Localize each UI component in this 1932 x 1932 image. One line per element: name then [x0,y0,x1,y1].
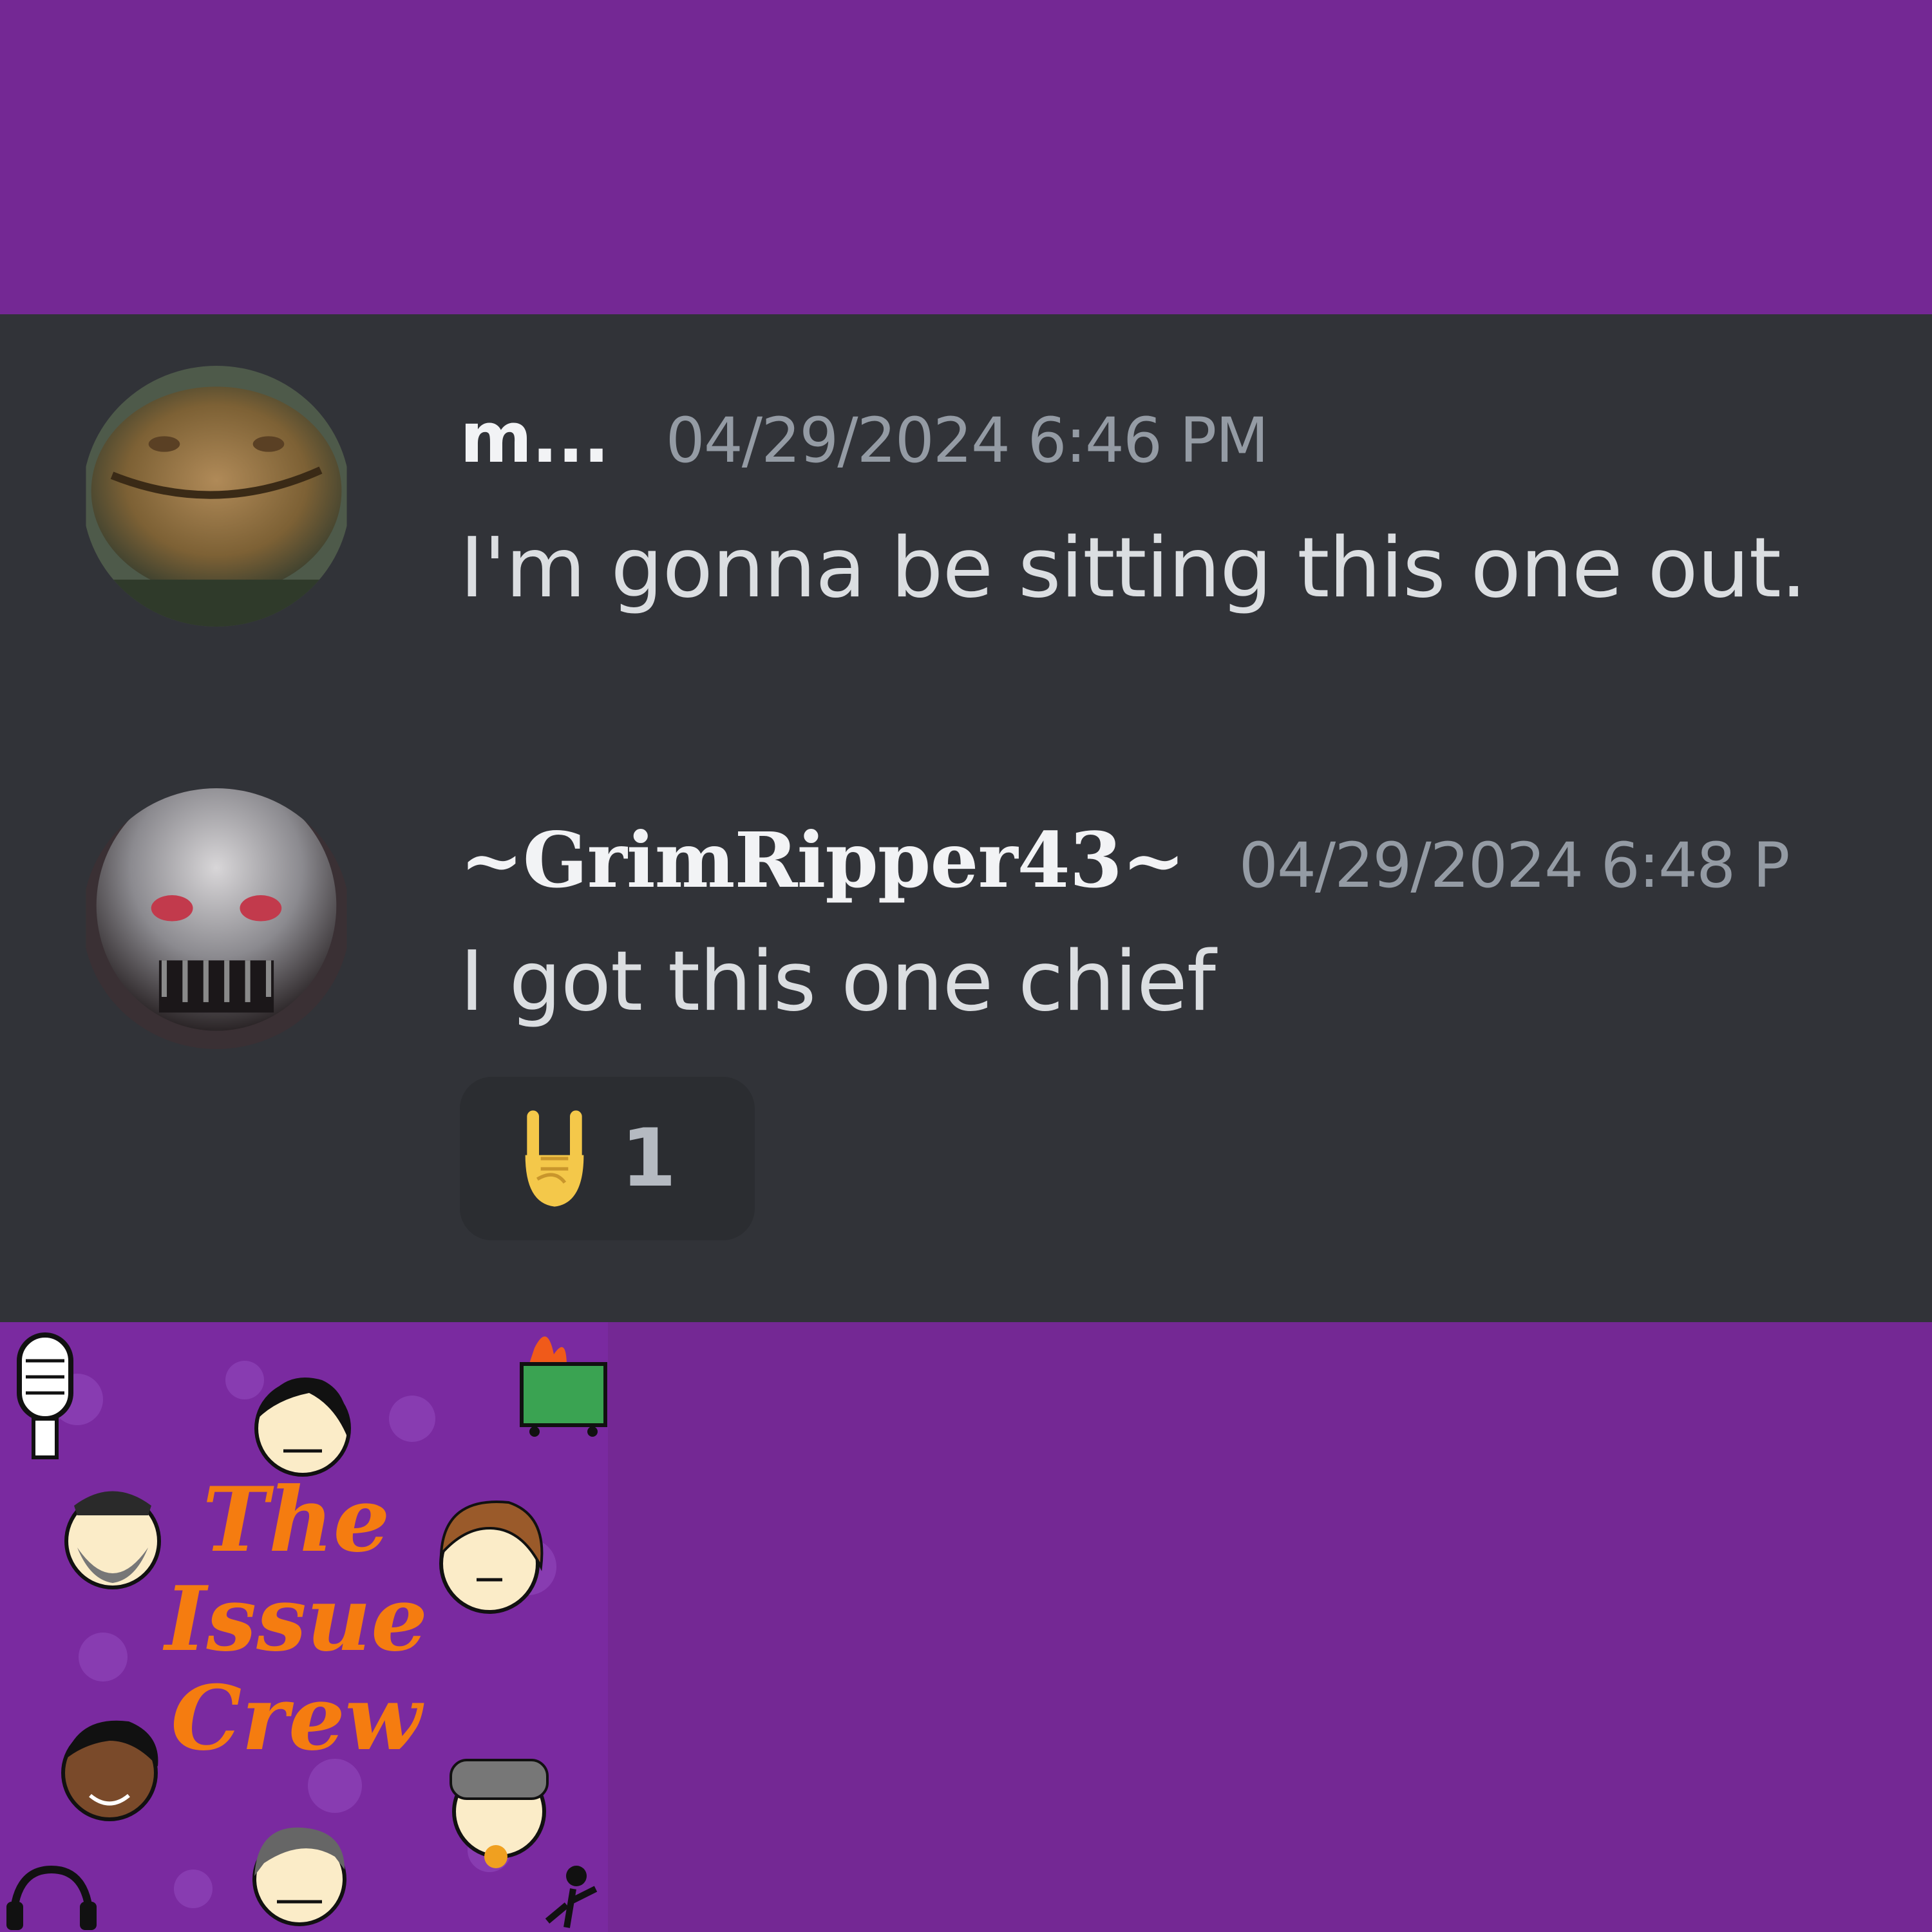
reaction-count: 1 [621,1112,677,1205]
face-icon-right [439,1501,544,1614]
logo-title-line: The [202,1467,390,1572]
message-text: I got this one chief [460,934,1216,1030]
logo-title-line: Crew [171,1665,422,1770]
message-text: I'm gonna be sitting this one out. [460,520,1807,616]
sign-of-horns-icon [525,1110,584,1207]
message-header: m... 04/29/2024 6:46 PM [460,398,1269,478]
reaction-button[interactable]: 1 [460,1077,755,1240]
username[interactable]: m... [460,398,610,478]
chat-panel: m... 04/29/2024 6:46 PM I'm gonna be sit… [0,314,1932,1322]
timestamp: 04/29/2024 6:46 PM [665,404,1269,477]
message-header: ~GrimRipper43~ 04/29/2024 6:48 P [460,815,1790,905]
logo-title-line: Issue [164,1566,428,1671]
timestamp: 04/29/2024 6:48 P [1238,829,1790,902]
face-icon-left [64,1491,161,1589]
logo-title: The Issue Crew [161,1470,431,1768]
skull-robot-avatar-icon [86,788,347,1049]
face-icon-bottom [252,1827,346,1926]
podcast-logo: The Issue Crew [0,1322,608,1932]
jabba-avatar-icon [86,366,347,627]
avatar[interactable] [82,788,350,1049]
username[interactable]: ~GrimRipper43~ [460,815,1186,905]
avatar[interactable] [82,366,350,627]
